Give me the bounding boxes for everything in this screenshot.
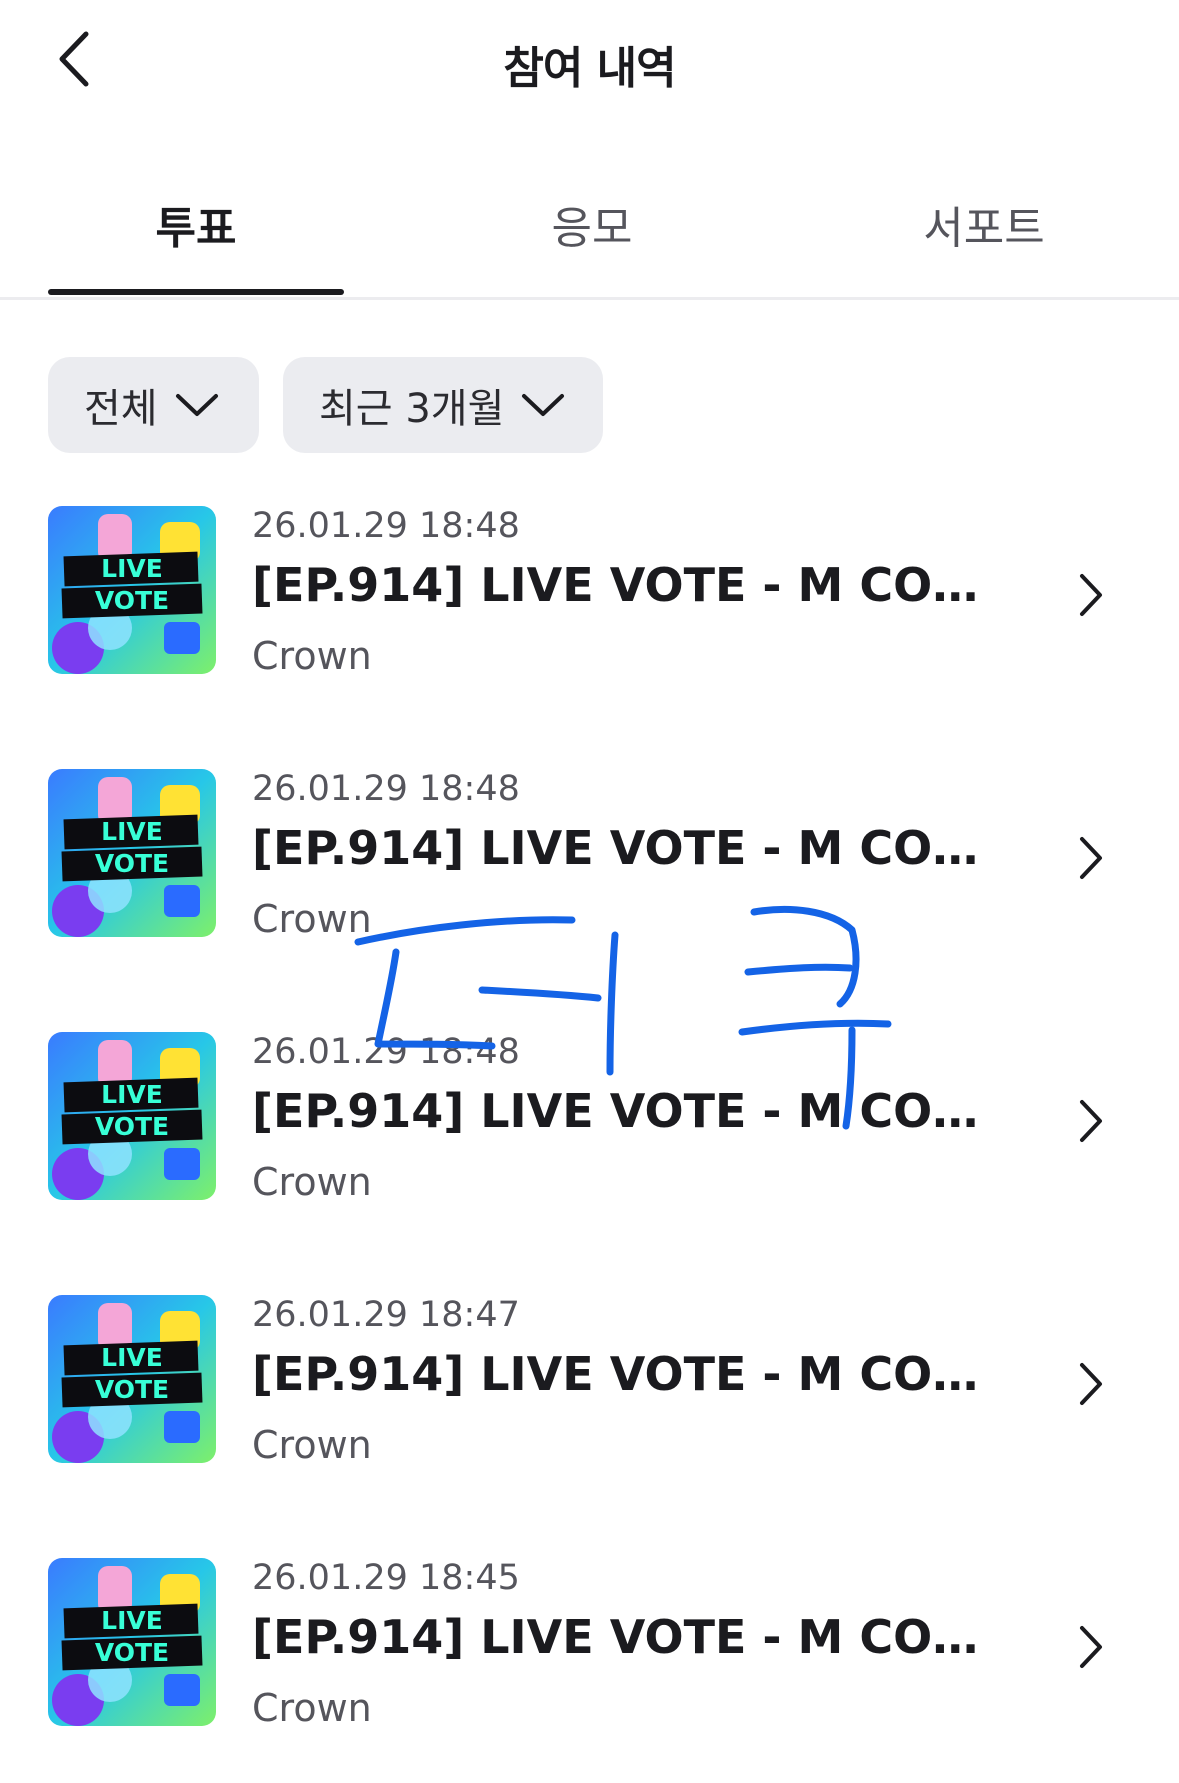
thumb-live-text: LIVE — [101, 1343, 163, 1372]
filter-period-dropdown[interactable]: 최근 3개월 — [283, 357, 603, 453]
item-subtitle: Crown — [252, 1686, 372, 1730]
item-date: 26.01.29 18:45 — [252, 1558, 520, 1598]
thumb-vote-text: VOTE — [95, 1375, 169, 1404]
filter-type-label: 전체 — [84, 386, 158, 432]
chevron-right-icon — [1070, 1094, 1110, 1152]
chevron-right-icon — [1070, 568, 1110, 626]
live-vote-thumbnail: LIVE VOTE — [48, 1032, 216, 1200]
item-subtitle: Crown — [252, 634, 372, 678]
item-title: [EP.914] LIVE VOTE - M COUNTDOWN — [252, 558, 1002, 612]
thumb-live-text: LIVE — [101, 817, 163, 846]
list-item[interactable]: LIVE VOTE 26.01.29 18:48 [EP.914] LIVE V… — [0, 506, 1179, 696]
chevron-down-icon — [520, 390, 566, 420]
top-bar: 참여 내역 — [0, 0, 1179, 130]
item-title: [EP.914] LIVE VOTE - M COUNTDOWN — [252, 1347, 1002, 1401]
chevron-right-icon — [1070, 831, 1110, 889]
item-title: [EP.914] LIVE VOTE - M COUNTDOWN — [252, 1610, 1002, 1664]
thumb-live-text: LIVE — [101, 1080, 163, 1109]
filter-type-dropdown[interactable]: 전체 — [48, 357, 259, 453]
item-title: [EP.914] LIVE VOTE - M COUNTDOWN — [252, 821, 1002, 875]
active-tab-indicator — [48, 289, 344, 295]
chevron-right-icon — [1070, 1357, 1110, 1415]
chevron-down-icon — [174, 390, 220, 420]
list-item[interactable]: LIVE VOTE 26.01.29 18:45 [EP.914] LIVE V… — [0, 1558, 1179, 1748]
tab-support[interactable]: 서포트 — [836, 192, 1132, 256]
tab-vote[interactable]: 투표 — [48, 192, 344, 256]
item-title: [EP.914] LIVE VOTE - M COUNTDOWN — [252, 1084, 1002, 1138]
list-item[interactable]: LIVE VOTE 26.01.29 18:48 [EP.914] LIVE V… — [0, 769, 1179, 959]
live-vote-thumbnail: LIVE VOTE — [48, 1558, 216, 1726]
item-date: 26.01.29 18:48 — [252, 1032, 520, 1072]
thumb-live-text: LIVE — [101, 1606, 163, 1635]
item-subtitle: Crown — [252, 897, 372, 941]
item-date: 26.01.29 18:47 — [252, 1295, 520, 1335]
tab-entry[interactable]: 응모 — [444, 192, 740, 256]
thumb-vote-text: VOTE — [95, 1112, 169, 1141]
chevron-right-icon — [1070, 1620, 1110, 1678]
live-vote-thumbnail: LIVE VOTE — [48, 769, 216, 937]
item-subtitle: Crown — [252, 1423, 372, 1467]
thumb-vote-text: VOTE — [95, 1638, 169, 1667]
page-title: 참여 내역 — [503, 43, 676, 94]
tab-bar: 투표 응모 서포트 — [0, 170, 1179, 300]
thumb-live-text: LIVE — [101, 554, 163, 583]
thumb-vote-text: VOTE — [95, 849, 169, 878]
live-vote-thumbnail: LIVE VOTE — [48, 506, 216, 674]
filter-period-label: 최근 3개월 — [319, 386, 505, 432]
live-vote-thumbnail: LIVE VOTE — [48, 1295, 216, 1463]
list-item[interactable]: LIVE VOTE 26.01.29 18:48 [EP.914] LIVE V… — [0, 1032, 1179, 1222]
item-subtitle: Crown — [252, 1160, 372, 1204]
item-date: 26.01.29 18:48 — [252, 506, 520, 546]
item-date: 26.01.29 18:48 — [252, 769, 520, 809]
list-item[interactable]: LIVE VOTE 26.01.29 18:47 [EP.914] LIVE V… — [0, 1295, 1179, 1485]
thumb-vote-text: VOTE — [95, 586, 169, 615]
